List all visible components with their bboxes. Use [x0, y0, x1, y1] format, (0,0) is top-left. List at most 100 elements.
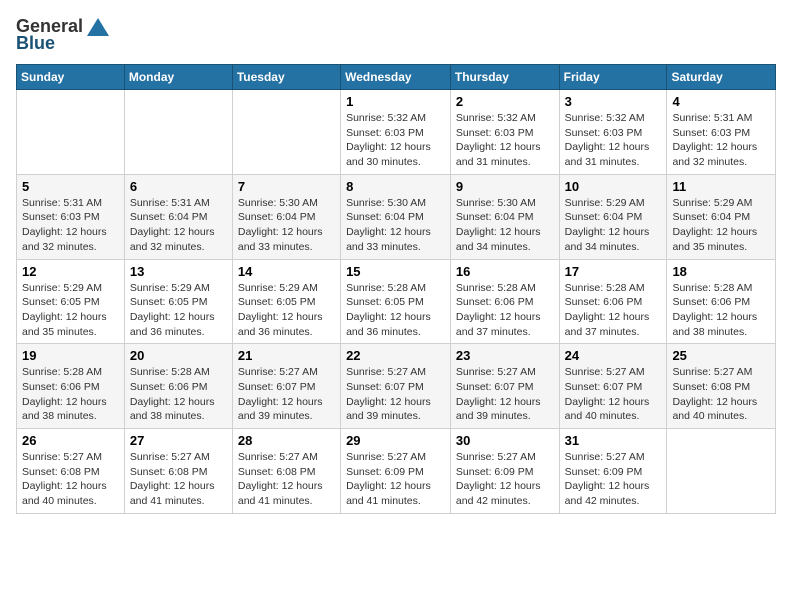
- weekday-header-tuesday: Tuesday: [232, 65, 340, 90]
- logo-icon: [87, 18, 109, 36]
- calendar-day-cell: 10 Sunrise: 5:29 AMSunset: 6:04 PMDayligh…: [559, 174, 667, 259]
- day-number: 13: [130, 264, 227, 279]
- day-info: Sunrise: 5:29 AMSunset: 6:05 PMDaylight:…: [22, 281, 119, 340]
- day-number: 18: [672, 264, 770, 279]
- day-info: Sunrise: 5:27 AMSunset: 6:08 PMDaylight:…: [130, 450, 227, 509]
- calendar-day-cell: 2Sunrise: 5:32 AMSunset: 6:03 PMDaylight…: [450, 90, 559, 175]
- day-info: Sunrise: 5:31 AMSunset: 6:03 PMDaylight:…: [22, 196, 119, 255]
- day-info: Sunrise: 5:32 AMSunset: 6:03 PMDaylight:…: [565, 111, 662, 170]
- empty-cell: [667, 429, 776, 514]
- calendar-day-cell: 8 Sunrise: 5:30 AMSunset: 6:04 PMDaylight…: [341, 174, 451, 259]
- calendar-table: SundayMondayTuesdayWednesdayThursdayFrid…: [16, 64, 776, 514]
- day-info: Sunrise: 5:27 AMSunset: 6:07 PMDaylight:…: [565, 365, 662, 424]
- weekday-header-saturday: Saturday: [667, 65, 776, 90]
- calendar-day-cell: 7 Sunrise: 5:30 AMSunset: 6:04 PMDaylight…: [232, 174, 340, 259]
- day-number: 25: [672, 348, 770, 363]
- calendar-day-cell: 14 Sunrise: 5:29 AMSunset: 6:05 PMDayligh…: [232, 259, 340, 344]
- calendar-day-cell: 28 Sunrise: 5:27 AMSunset: 6:08 PMDayligh…: [232, 429, 340, 514]
- calendar-day-cell: 31Sunrise: 5:27 AMSunset: 6:09 PMDayligh…: [559, 429, 667, 514]
- day-number: 5: [22, 179, 119, 194]
- weekday-header-monday: Monday: [124, 65, 232, 90]
- day-info: Sunrise: 5:28 AMSunset: 6:06 PMDaylight:…: [565, 281, 662, 340]
- day-number: 4: [672, 94, 770, 109]
- calendar-week-row: 5 Sunrise: 5:31 AMSunset: 6:03 PMDaylight…: [17, 174, 776, 259]
- day-number: 12: [22, 264, 119, 279]
- day-info: Sunrise: 5:29 AMSunset: 6:04 PMDaylight:…: [565, 196, 662, 255]
- day-number: 8: [346, 179, 445, 194]
- empty-cell: [17, 90, 125, 175]
- day-info: Sunrise: 5:27 AMSunset: 6:09 PMDaylight:…: [346, 450, 445, 509]
- calendar-day-cell: 15 Sunrise: 5:28 AMSunset: 6:05 PMDayligh…: [341, 259, 451, 344]
- day-info: Sunrise: 5:28 AMSunset: 6:06 PMDaylight:…: [130, 365, 227, 424]
- day-info: Sunrise: 5:27 AMSunset: 6:09 PMDaylight:…: [456, 450, 554, 509]
- calendar-day-cell: 21 Sunrise: 5:27 AMSunset: 6:07 PMDayligh…: [232, 344, 340, 429]
- calendar-day-cell: 12 Sunrise: 5:29 AMSunset: 6:05 PMDayligh…: [17, 259, 125, 344]
- empty-cell: [232, 90, 340, 175]
- day-number: 7: [238, 179, 335, 194]
- day-info: Sunrise: 5:30 AMSunset: 6:04 PMDaylight:…: [346, 196, 445, 255]
- day-number: 23: [456, 348, 554, 363]
- day-number: 28: [238, 433, 335, 448]
- calendar-day-cell: 16Sunrise: 5:28 AMSunset: 6:06 PMDayligh…: [450, 259, 559, 344]
- day-number: 20: [130, 348, 227, 363]
- calendar-day-cell: 4 Sunrise: 5:31 AMSunset: 6:03 PMDaylight…: [667, 90, 776, 175]
- day-number: 29: [346, 433, 445, 448]
- calendar-day-cell: 24 Sunrise: 5:27 AMSunset: 6:07 PMDayligh…: [559, 344, 667, 429]
- day-info: Sunrise: 5:30 AMSunset: 6:04 PMDaylight:…: [238, 196, 335, 255]
- day-number: 30: [456, 433, 554, 448]
- calendar-day-cell: 25Sunrise: 5:27 AMSunset: 6:08 PMDayligh…: [667, 344, 776, 429]
- calendar-week-row: 1 Sunrise: 5:32 AMSunset: 6:03 PMDaylight…: [17, 90, 776, 175]
- calendar-day-cell: 9Sunrise: 5:30 AMSunset: 6:04 PMDaylight…: [450, 174, 559, 259]
- day-info: Sunrise: 5:27 AMSunset: 6:08 PMDaylight:…: [22, 450, 119, 509]
- day-info: Sunrise: 5:28 AMSunset: 6:06 PMDaylight:…: [672, 281, 770, 340]
- calendar-week-row: 26 Sunrise: 5:27 AMSunset: 6:08 PMDayligh…: [17, 429, 776, 514]
- calendar-day-cell: 27 Sunrise: 5:27 AMSunset: 6:08 PMDayligh…: [124, 429, 232, 514]
- day-info: Sunrise: 5:31 AMSunset: 6:04 PMDaylight:…: [130, 196, 227, 255]
- weekday-header-wednesday: Wednesday: [341, 65, 451, 90]
- page-header: General Blue: [16, 16, 776, 54]
- weekday-header-sunday: Sunday: [17, 65, 125, 90]
- day-info: Sunrise: 5:27 AMSunset: 6:09 PMDaylight:…: [565, 450, 662, 509]
- day-info: Sunrise: 5:27 AMSunset: 6:07 PMDaylight:…: [238, 365, 335, 424]
- calendar-week-row: 19 Sunrise: 5:28 AMSunset: 6:06 PMDayligh…: [17, 344, 776, 429]
- day-number: 19: [22, 348, 119, 363]
- calendar-day-cell: 5 Sunrise: 5:31 AMSunset: 6:03 PMDaylight…: [17, 174, 125, 259]
- weekday-header-friday: Friday: [559, 65, 667, 90]
- weekday-header-row: SundayMondayTuesdayWednesdayThursdayFrid…: [17, 65, 776, 90]
- day-info: Sunrise: 5:27 AMSunset: 6:08 PMDaylight:…: [238, 450, 335, 509]
- calendar-day-cell: 30 Sunrise: 5:27 AMSunset: 6:09 PMDayligh…: [450, 429, 559, 514]
- empty-cell: [124, 90, 232, 175]
- calendar-day-cell: 11Sunrise: 5:29 AMSunset: 6:04 PMDayligh…: [667, 174, 776, 259]
- day-info: Sunrise: 5:28 AMSunset: 6:05 PMDaylight:…: [346, 281, 445, 340]
- calendar-day-cell: 18 Sunrise: 5:28 AMSunset: 6:06 PMDayligh…: [667, 259, 776, 344]
- calendar-day-cell: 26 Sunrise: 5:27 AMSunset: 6:08 PMDayligh…: [17, 429, 125, 514]
- day-info: Sunrise: 5:29 AMSunset: 6:05 PMDaylight:…: [238, 281, 335, 340]
- day-number: 24: [565, 348, 662, 363]
- day-number: 22: [346, 348, 445, 363]
- day-number: 6: [130, 179, 227, 194]
- calendar-week-row: 12 Sunrise: 5:29 AMSunset: 6:05 PMDayligh…: [17, 259, 776, 344]
- day-number: 11: [672, 179, 770, 194]
- day-number: 26: [22, 433, 119, 448]
- day-number: 2: [456, 94, 554, 109]
- day-number: 3: [565, 94, 662, 109]
- calendar-day-cell: 22Sunrise: 5:27 AMSunset: 6:07 PMDayligh…: [341, 344, 451, 429]
- day-number: 14: [238, 264, 335, 279]
- day-number: 9: [456, 179, 554, 194]
- logo: General Blue: [16, 16, 111, 54]
- calendar-day-cell: 1Sunrise: 5:32 AMSunset: 6:03 PMDaylight…: [341, 90, 451, 175]
- calendar-day-cell: 17Sunrise: 5:28 AMSunset: 6:06 PMDayligh…: [559, 259, 667, 344]
- day-number: 21: [238, 348, 335, 363]
- day-info: Sunrise: 5:31 AMSunset: 6:03 PMDaylight:…: [672, 111, 770, 170]
- day-number: 15: [346, 264, 445, 279]
- day-info: Sunrise: 5:28 AMSunset: 6:06 PMDaylight:…: [22, 365, 119, 424]
- day-number: 1: [346, 94, 445, 109]
- calendar-day-cell: 29 Sunrise: 5:27 AMSunset: 6:09 PMDayligh…: [341, 429, 451, 514]
- calendar-day-cell: 13 Sunrise: 5:29 AMSunset: 6:05 PMDayligh…: [124, 259, 232, 344]
- day-info: Sunrise: 5:29 AMSunset: 6:05 PMDaylight:…: [130, 281, 227, 340]
- day-number: 10: [565, 179, 662, 194]
- calendar-day-cell: 23Sunrise: 5:27 AMSunset: 6:07 PMDayligh…: [450, 344, 559, 429]
- day-info: Sunrise: 5:28 AMSunset: 6:06 PMDaylight:…: [456, 281, 554, 340]
- day-number: 27: [130, 433, 227, 448]
- calendar-day-cell: 3 Sunrise: 5:32 AMSunset: 6:03 PMDaylight…: [559, 90, 667, 175]
